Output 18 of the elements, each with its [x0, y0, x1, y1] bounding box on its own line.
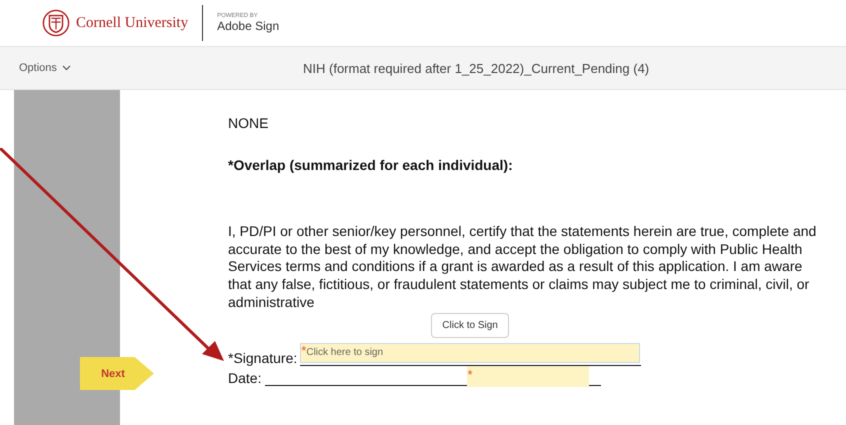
- signature-placeholder: Click here to sign: [306, 347, 384, 358]
- options-menu[interactable]: Options: [0, 62, 71, 74]
- product-name: Adobe Sign: [217, 19, 280, 33]
- tooltip: Click to Sign: [431, 312, 509, 338]
- document-text: NONE: [228, 115, 270, 131]
- signature-label: *Signature:: [228, 350, 298, 366]
- date-label: Date:: [228, 370, 262, 386]
- certification-paragraph: I, PD/PI or other senior/key personnel, certify that the statements herein are true, complete and accurate to the best of my knowledge, and accept the obligation to comply with Public Health Services terms and conditions if a grant is awarded as a result of this application. I am aware that any false, fictitious, or fraudulent statements or claims may subject me to criminal, civil, or administrative: [228, 223, 818, 312]
- shield-icon: [42, 9, 70, 37]
- signature-field[interactable]: *Click here to sign: [300, 342, 640, 363]
- required-mark: *: [301, 344, 306, 357]
- chevron-down-icon: [62, 65, 71, 71]
- document-title: NIH (format required after 1_25_2022)_Current_Pending (4): [303, 60, 650, 76]
- next-button[interactable]: Next: [80, 357, 154, 390]
- required-mark: *: [467, 366, 473, 382]
- section-heading: *Overlap (summarized for each individual):: [228, 157, 514, 173]
- date-field[interactable]: *: [467, 366, 590, 387]
- brand-name: Cornell University: [76, 14, 188, 32]
